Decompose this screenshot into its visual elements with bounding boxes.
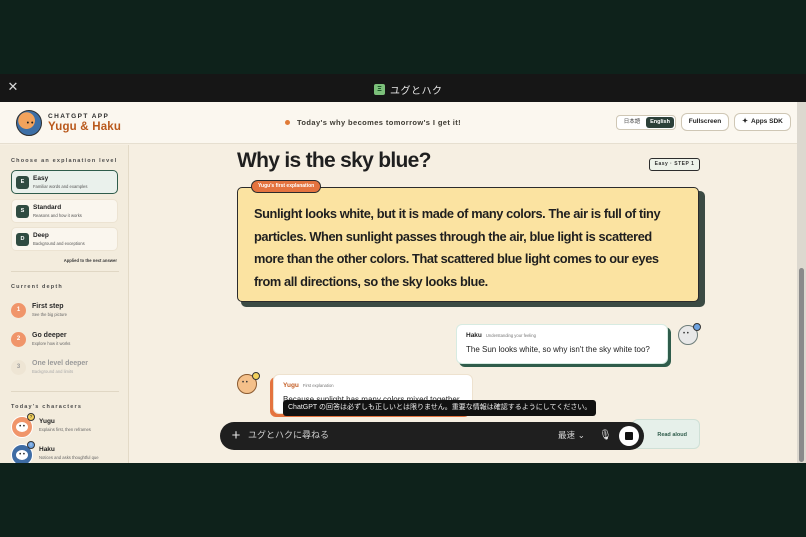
- explanation-tag: Yugu's first explanation: [251, 180, 322, 193]
- step-number: 3: [11, 360, 26, 375]
- level-section-title: Choose an explanation level: [11, 158, 118, 164]
- level-option-deep[interactable]: D Deep Background and exceptions: [11, 227, 118, 251]
- level-badge: D: [16, 233, 29, 246]
- app-name: Yugu & Haku: [48, 121, 122, 133]
- character-desc: Explains first, then reframes: [39, 427, 91, 432]
- step-name: One level deeper: [32, 360, 89, 367]
- depth-section-title: Current depth: [11, 284, 63, 290]
- language-option-en[interactable]: English: [646, 117, 674, 128]
- microphone-icon[interactable]: 🎙: [599, 428, 612, 444]
- bubble-speaker-sub: First explanation: [302, 383, 334, 388]
- sidebar-divider: [11, 391, 119, 392]
- bubble-speaker-sub: Understanding your feeling: [485, 333, 536, 338]
- bubble-text: The Sun looks white, so why isn't the sk…: [466, 345, 650, 354]
- level-name: Easy: [33, 175, 49, 182]
- bubble-speaker-name: Haku: [466, 332, 482, 339]
- exclaim-badge-icon: [693, 323, 701, 331]
- character-name: Yugu: [39, 418, 55, 425]
- scrollbar-thumb[interactable]: [799, 268, 804, 462]
- plus-icon[interactable]: +: [229, 428, 243, 444]
- chat-composer: + 最速 ⌄ 🎙: [220, 422, 644, 450]
- sparkle-icon: ✦: [742, 118, 749, 125]
- step-name: Go deeper: [32, 332, 67, 339]
- step-desc: Explore how it works: [32, 341, 71, 346]
- sidebar-divider: [11, 271, 119, 272]
- level-name: Deep: [33, 232, 49, 239]
- level-desc: Familiar words and examples: [33, 184, 88, 189]
- bubble-speaker: Haku Understanding your feeling: [466, 332, 536, 339]
- haku-chat-bubble: Haku Understanding your feeling The Sun l…: [456, 324, 668, 364]
- character-name: Haku: [39, 446, 55, 453]
- fullscreen-button[interactable]: Fullscreen: [681, 113, 729, 131]
- depth-step-2[interactable]: 2 Go deeper Explore how it works: [11, 331, 121, 351]
- level-name: Standard: [33, 204, 62, 211]
- exclaim-badge-icon: !: [27, 441, 35, 449]
- level-desc: Background and exceptions: [33, 241, 85, 246]
- bubble-speaker: Yugu First explanation: [283, 382, 334, 389]
- tagline-dot-icon: [285, 120, 290, 125]
- question-badge-icon: ?: [27, 413, 35, 421]
- language-option-ja[interactable]: 日本語: [618, 117, 646, 128]
- applied-note: Applied to the next answer: [63, 258, 117, 263]
- character-haku: • • ! Haku Notices and asks thoughtful q…: [11, 441, 121, 463]
- bottom-backdrop: [0, 463, 806, 537]
- yugu-avatar-icon: • •: [237, 372, 260, 394]
- modal-title: Ξ ユグとハク: [374, 82, 443, 97]
- level-desc: Reasons and how it works: [33, 213, 82, 218]
- haku-avatar-icon: • •: [678, 323, 701, 345]
- character-desc: Notices and asks thoughtful que: [39, 455, 99, 460]
- step-desc: See the big picture: [32, 312, 67, 317]
- sidebar: Choose an explanation level E Easy Famil…: [0, 145, 129, 463]
- explanation-text: Sunlight looks white, but it is made of …: [254, 206, 661, 289]
- disclaimer-tooltip: ChatGPT の回答は必ずしも正しいとは限りません。重要な情報は確認するように…: [283, 400, 597, 416]
- app-header: • • CHATGPT APP Yugu & Haku Today's why …: [0, 102, 797, 144]
- level-option-easy[interactable]: E Easy Familiar words and examples: [11, 170, 118, 194]
- stop-icon: [625, 432, 633, 440]
- app-label: CHATGPT APP: [48, 113, 110, 120]
- stop-button[interactable]: [619, 426, 639, 446]
- character-yugu: • • ? Yugu Explains first, then reframes: [11, 413, 121, 438]
- page-title: Why is the sky blue?: [237, 149, 431, 172]
- level-badge: S: [16, 205, 29, 218]
- depth-step-3[interactable]: 3 One level deeper Background and limits: [11, 359, 121, 379]
- depth-step-1[interactable]: 1 First step See the big picture: [11, 302, 121, 322]
- close-icon[interactable]: ✕: [6, 80, 20, 94]
- step-number: 2: [11, 332, 26, 347]
- app-tile-icon: Ξ: [374, 83, 385, 95]
- app-logo-icon: • •: [16, 110, 42, 136]
- chat-input[interactable]: [248, 428, 538, 444]
- language-toggle: 日本語 English: [616, 115, 676, 130]
- model-selector[interactable]: 最速 ⌄: [558, 429, 585, 441]
- step-desc: Background and limits: [32, 369, 74, 374]
- apps-sdk-label: Apps SDK: [751, 118, 783, 125]
- top-backdrop: [0, 0, 806, 74]
- tagline-text: Today's why becomes tomorrow's I get it!: [297, 118, 462, 127]
- step-number: 1: [11, 303, 26, 318]
- question-badge-icon: [252, 372, 260, 380]
- modal-title-text: ユグとハク: [390, 85, 443, 97]
- bubble-speaker-name: Yugu: [283, 382, 299, 389]
- step-tag: Easy · STEP 1: [649, 158, 700, 171]
- apps-sdk-button[interactable]: ✦ Apps SDK: [734, 113, 791, 131]
- level-badge: E: [16, 176, 29, 189]
- characters-section-title: Today's characters: [11, 404, 83, 410]
- level-option-standard[interactable]: S Standard Reasons and how it works: [11, 199, 118, 223]
- tagline: Today's why becomes tomorrow's I get it!: [285, 118, 461, 127]
- step-name: First step: [32, 303, 64, 310]
